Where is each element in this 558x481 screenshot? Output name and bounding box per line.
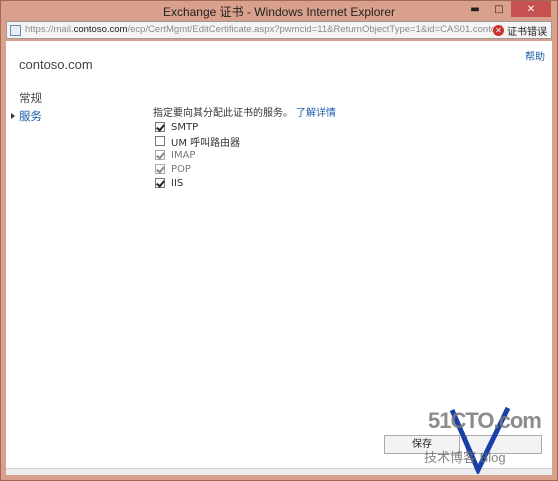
learn-more-link[interactable]: 了解详情: [296, 108, 336, 119]
imap-checkbox: [155, 150, 165, 160]
url-host: contoso.com: [73, 24, 128, 35]
side-nav: 常规 服务: [11, 90, 42, 126]
help-link[interactable]: 帮助: [525, 48, 545, 63]
services-prompt: 指定要向其分配此证书的服务。 了解详情: [153, 104, 336, 119]
error-icon: ✕: [493, 25, 504, 36]
window-controls: ▬ □ ✕: [463, 1, 551, 18]
smtp-label: SMTP: [171, 121, 199, 133]
um-router-checkbox[interactable]: [155, 136, 165, 146]
pop-checkbox: [155, 164, 165, 174]
brand-title: contoso.com: [19, 57, 93, 72]
certificate-error-button[interactable]: ✕ 证书错误: [493, 23, 547, 38]
minimize-button[interactable]: ▬: [463, 1, 487, 17]
close-button[interactable]: ✕: [511, 1, 551, 17]
nav-item-services[interactable]: 服务: [11, 108, 42, 124]
pop-label: POP: [171, 163, 191, 175]
um-router-label: UM 呼叫路由器: [171, 137, 241, 149]
save-button[interactable]: 保存: [384, 435, 460, 454]
smtp-checkbox[interactable]: [155, 122, 165, 132]
page-icon: [10, 25, 21, 36]
page-content: 帮助 contoso.com 常规 服务 指定要向其分配此证书的服务。 了解详情 …: [6, 41, 552, 475]
services-list: SMTP UM 呼叫路由器 IMAP POP IIS: [155, 120, 240, 190]
service-smtp[interactable]: SMTP: [155, 120, 240, 134]
service-imap: IMAP: [155, 148, 240, 162]
url-path: /ecp/CertMgmt/EditCertificate.aspx?pwmci…: [127, 24, 495, 35]
nav-item-general[interactable]: 常规: [19, 90, 42, 106]
cancel-button[interactable]: [466, 435, 542, 454]
title-bar: Exchange 证书 - Windows Internet Explorer …: [1, 1, 557, 19]
maximize-button[interactable]: □: [487, 1, 511, 17]
services-prompt-text: 指定要向其分配此证书的服务。: [153, 108, 293, 119]
url-field[interactable]: https://mail.contoso.com/ecp/CertMgmt/Ed…: [25, 24, 495, 35]
url-prefix: https://mail.: [25, 24, 74, 35]
certificate-error-label: 证书错误: [507, 27, 547, 38]
service-um-router[interactable]: UM 呼叫路由器: [155, 134, 241, 149]
service-iis[interactable]: IIS: [155, 176, 240, 190]
browser-window: Exchange 证书 - Windows Internet Explorer …: [0, 0, 558, 481]
status-bar: [6, 468, 552, 475]
iis-label: IIS: [171, 177, 184, 189]
iis-checkbox[interactable]: [155, 178, 165, 188]
address-bar[interactable]: https://mail.contoso.com/ecp/CertMgmt/Ed…: [6, 21, 552, 39]
service-pop: POP: [155, 162, 240, 176]
imap-label: IMAP: [171, 149, 196, 161]
